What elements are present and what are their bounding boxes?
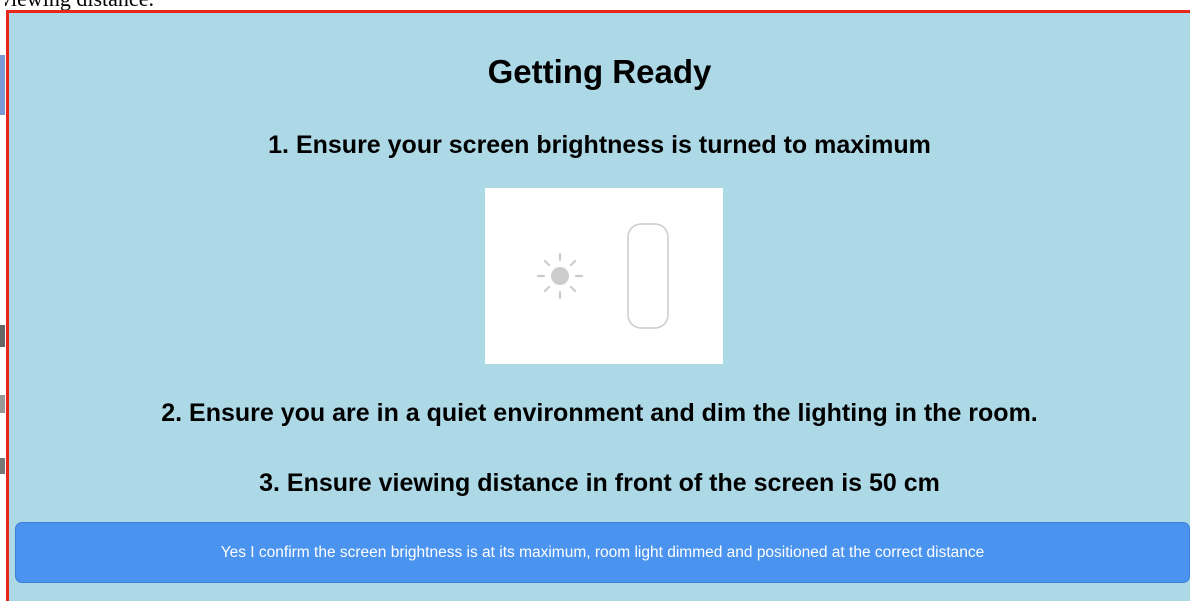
background-edge-mark bbox=[0, 395, 5, 413]
background-edge-mark bbox=[0, 458, 5, 474]
background-edge-mark bbox=[0, 325, 5, 347]
brightness-illustration bbox=[485, 188, 723, 364]
brightness-slider-icon bbox=[627, 223, 669, 329]
step-viewing-distance: 3. Ensure viewing distance in front of t… bbox=[259, 469, 940, 497]
confirm-button[interactable]: Yes I confirm the screen brightness is a… bbox=[15, 522, 1190, 583]
sun-brightness-icon bbox=[536, 252, 584, 300]
getting-ready-dialog: Getting Ready 1. Ensure your screen brig… bbox=[6, 10, 1190, 601]
dialog-title: Getting Ready bbox=[487, 53, 712, 90]
background-page-edge bbox=[0, 0, 5, 601]
step-quiet-environment: 2. Ensure you are in a quiet environment… bbox=[161, 399, 1038, 427]
background-edge-mark bbox=[0, 55, 5, 115]
step-brightness: 1. Ensure your screen brightness is turn… bbox=[268, 131, 931, 159]
